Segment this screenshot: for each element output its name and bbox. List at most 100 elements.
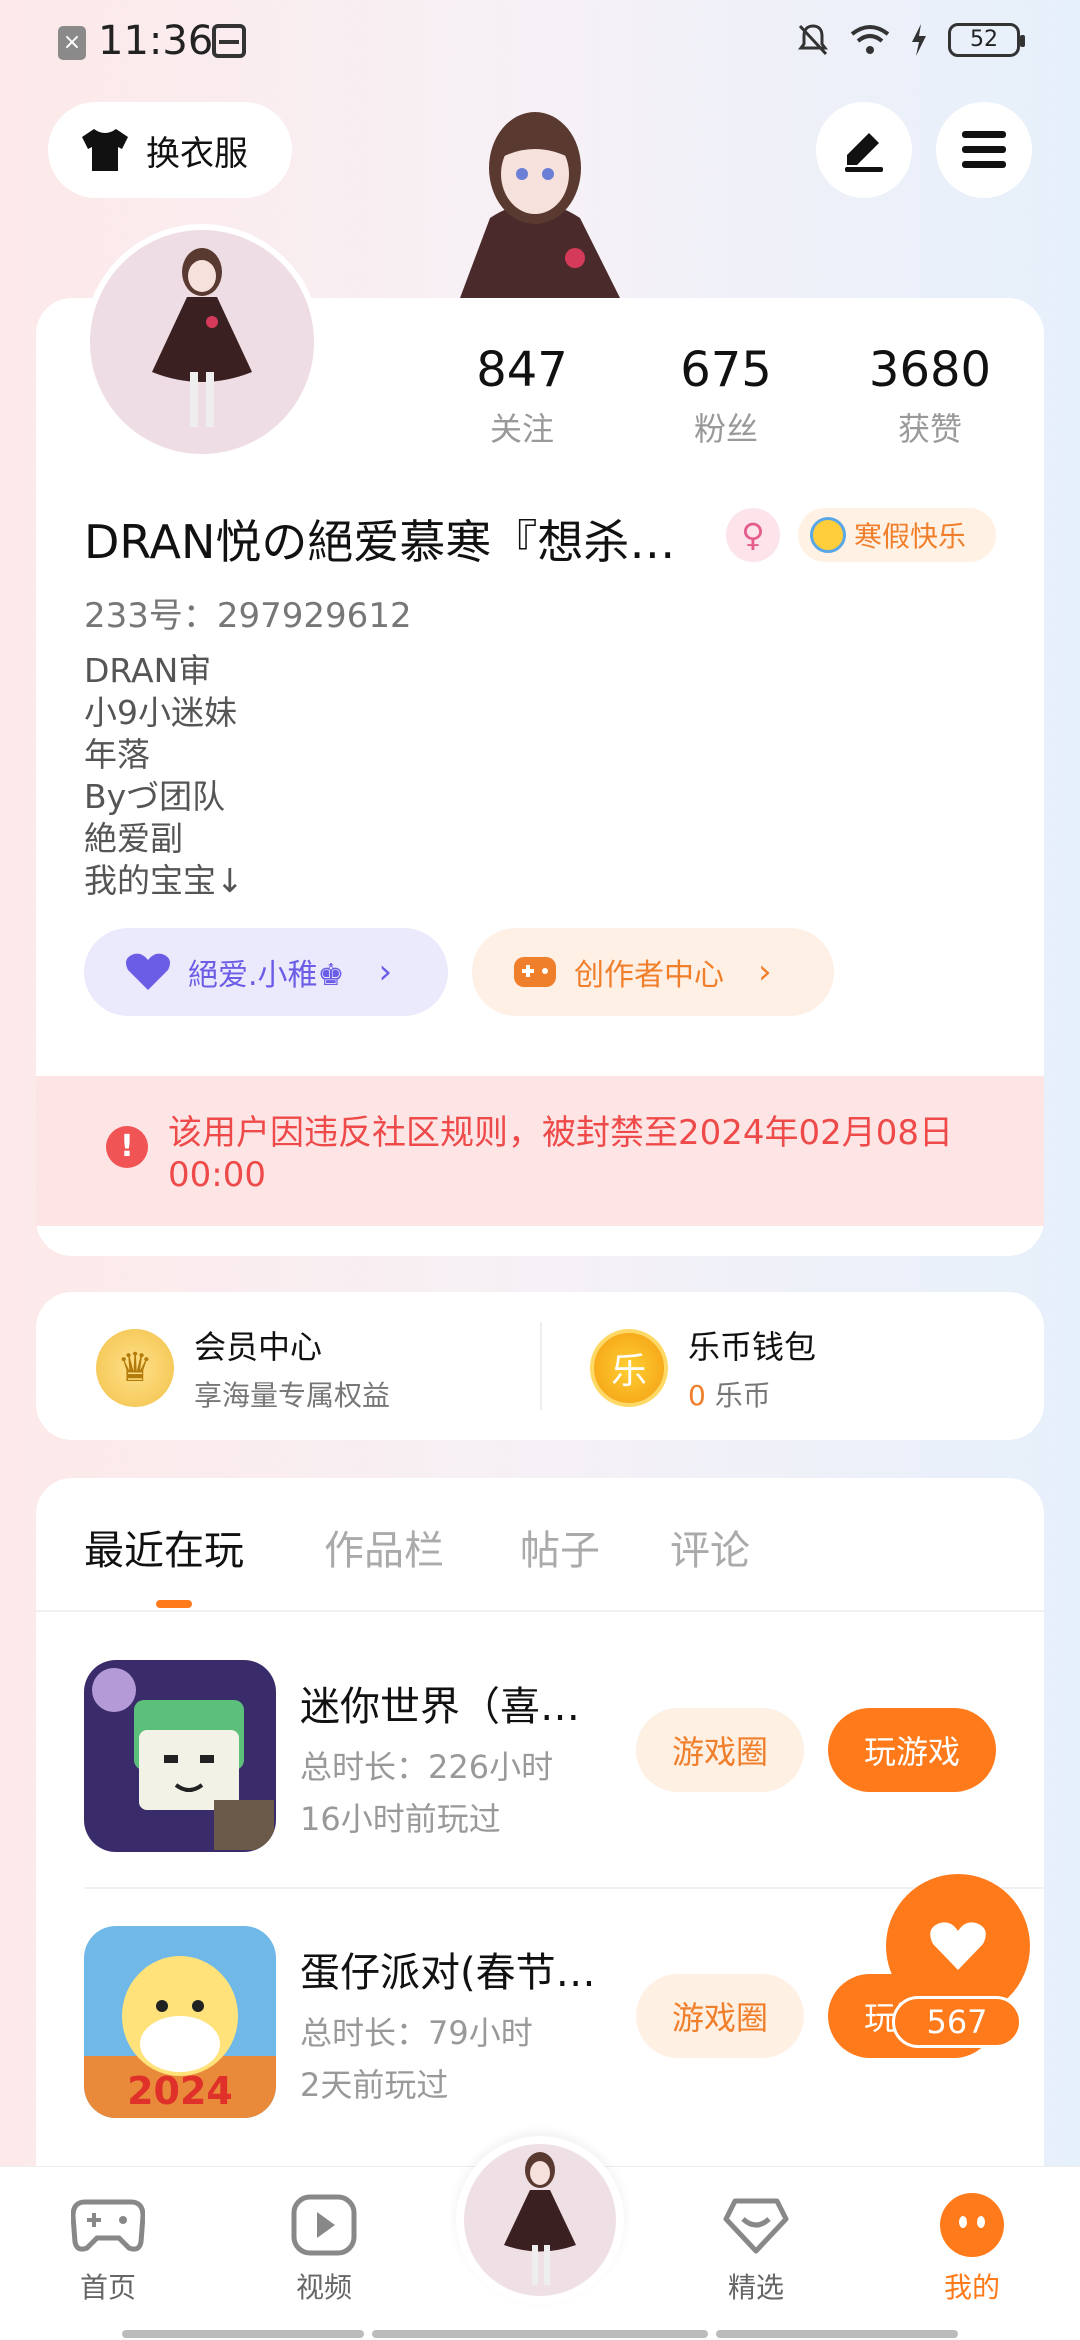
bio-line: 我的宝宝↓	[84, 861, 244, 900]
play-icon	[291, 2194, 357, 2256]
wallet[interactable]: 乐 乐币钱包 0 乐币	[590, 1322, 816, 1414]
game-circle-button[interactable]: 游戏圈	[636, 1974, 804, 2058]
heart-icon	[930, 1922, 986, 1970]
nav-mine[interactable]: 我的	[892, 2190, 1052, 2306]
nav-avatar-center[interactable]	[456, 2136, 624, 2304]
shirt-icon	[82, 129, 128, 171]
like-count: 567	[892, 1996, 1022, 2048]
chevron-right-icon: ›	[378, 952, 393, 992]
gesture-bar	[122, 2330, 364, 2338]
hero-avatar-character	[460, 112, 620, 298]
wallet-amount: 0	[688, 1379, 706, 1412]
tab-recently-played[interactable]: 最近在玩	[84, 1518, 244, 1576]
game-row[interactable]: 迷你世界（喜… 总时长：226小时 16小时前玩过 游戏圈 玩游戏	[84, 1660, 1044, 1856]
nav-featured-label: 精选	[727, 2271, 784, 2304]
nav-video[interactable]: 视频	[244, 2190, 404, 2306]
vip-subtitle: 享海量专属权益	[194, 1379, 391, 1412]
nickname: DRAN悦の絕爱慕寒『想杀…	[84, 515, 676, 569]
gesture-bar	[372, 2330, 708, 2338]
event-emoji-icon	[810, 517, 846, 553]
game-last-played: 16小时前玩过	[300, 1800, 501, 1838]
change-outfit-button[interactable]: 换衣服	[48, 102, 292, 198]
avatar-character	[504, 2152, 576, 2285]
stat-value: 847	[476, 342, 568, 398]
stat-following[interactable]: 847 关注	[442, 342, 602, 450]
crown-icon: ♛	[96, 1329, 174, 1407]
tab-comments[interactable]: 评论	[670, 1518, 750, 1576]
game-last-played: 2天前玩过	[300, 2066, 449, 2104]
wallet-title: 乐币钱包	[688, 1328, 817, 1366]
chevron-right-icon: ›	[758, 952, 772, 992]
heart-gem-icon	[723, 2198, 789, 2254]
bio-line: 年落	[84, 735, 150, 774]
smile-icon	[940, 2193, 1004, 2257]
ban-notice: ! 该用户因违反社区规则，被封禁至2024年02月08日 00:00	[36, 1076, 1044, 1226]
divider	[84, 1887, 1044, 1889]
ban-notice-text: 该用户因违反社区规则，被封禁至2024年02月08日 00:00	[168, 1113, 954, 1195]
vip-title: 会员中心	[194, 1328, 323, 1366]
nav-featured[interactable]: 精选	[676, 2190, 836, 2306]
game-circle-button[interactable]: 游戏圈	[636, 1708, 804, 1792]
bio-line: DRAN审	[84, 651, 212, 690]
sim-card-icon	[212, 24, 246, 58]
play-game-button[interactable]: 玩游戏	[828, 1708, 996, 1792]
battery-indicator: 52	[948, 23, 1025, 57]
stat-followers[interactable]: 675 粉丝	[646, 342, 806, 450]
game-title: 蛋仔派对(春节…	[300, 1950, 596, 1996]
coin-icon: 乐	[590, 1329, 668, 1407]
avatar-character	[152, 248, 252, 427]
notification-icon: ×	[58, 26, 86, 60]
club-button[interactable]: 絕爱.小稚♚ ›	[84, 928, 448, 1016]
member-wallet-card: ♛ 会员中心 享海量专属权益 乐 乐币钱包 0 乐币	[36, 1292, 1044, 1440]
nav-home[interactable]: 首页	[28, 2190, 188, 2306]
game-icon-eggy-party: 2024	[84, 1926, 276, 2118]
status-bar: × 11:36 52	[0, 0, 1080, 84]
change-outfit-label: 换衣服	[146, 133, 248, 174]
stat-label: 获赞	[897, 410, 962, 448]
gamepad-icon	[514, 957, 556, 987]
tab-posts[interactable]: 帖子	[520, 1518, 600, 1576]
user-id: 233号：297929612	[84, 596, 412, 636]
avatar[interactable]	[84, 224, 320, 460]
pen-icon	[845, 133, 883, 172]
bio-line: 小9小迷妹	[84, 693, 237, 732]
creator-center-button[interactable]: 创作者中心 ›	[472, 928, 834, 1016]
stat-likes[interactable]: 3680 获赞	[850, 342, 1010, 450]
wifi-icon	[850, 25, 890, 54]
stat-value: 675	[680, 342, 772, 398]
bio-line: Byづ团队	[84, 777, 226, 816]
event-badge[interactable]: 寒假快乐	[798, 508, 996, 562]
game-duration: 总时长：226小时	[300, 1748, 554, 1786]
gamepad-icon	[71, 2199, 145, 2252]
status-time: 11:36	[98, 18, 214, 64]
bio-line: 絶爱副	[84, 819, 183, 858]
hamburger-icon	[962, 131, 1006, 168]
creator-center-label: 创作者中心	[574, 958, 724, 993]
warning-icon: !	[106, 1126, 148, 1168]
tab-indicator	[156, 1600, 192, 1608]
bio: DRAN审 小9小迷妹 年落 Byづ团队 絶爱副 我的宝宝↓	[84, 650, 244, 902]
game-duration: 总时长：79小时	[300, 2014, 533, 2052]
menu-button[interactable]	[936, 102, 1032, 198]
wallet-unit: 乐币	[714, 1379, 771, 1412]
vip-center[interactable]: ♛ 会员中心 享海量专属权益	[96, 1322, 390, 1414]
nav-video-label: 视频	[295, 2271, 352, 2304]
stat-label: 关注	[489, 410, 554, 448]
divider	[36, 1610, 1044, 1612]
tab-works[interactable]: 作品栏	[324, 1518, 444, 1576]
edit-profile-button[interactable]	[816, 102, 912, 198]
divider	[540, 1322, 542, 1410]
charging-icon	[912, 24, 926, 56]
nav-mine-label: 我的	[943, 2271, 1000, 2304]
stat-value: 3680	[868, 342, 992, 398]
female-gender-icon: ♀	[726, 508, 780, 562]
event-badge-label: 寒假快乐	[854, 520, 967, 553]
icon-badge-text: 2024	[127, 2069, 233, 2113]
mute-icon	[798, 24, 828, 56]
stat-label: 粉丝	[693, 410, 758, 448]
game-icon-mini-world	[84, 1660, 276, 1852]
gesture-bar	[716, 2330, 958, 2338]
heart-icon	[126, 953, 170, 990]
club-label: 絕爱.小稚♚	[188, 958, 345, 993]
nav-home-label: 首页	[79, 2271, 136, 2304]
